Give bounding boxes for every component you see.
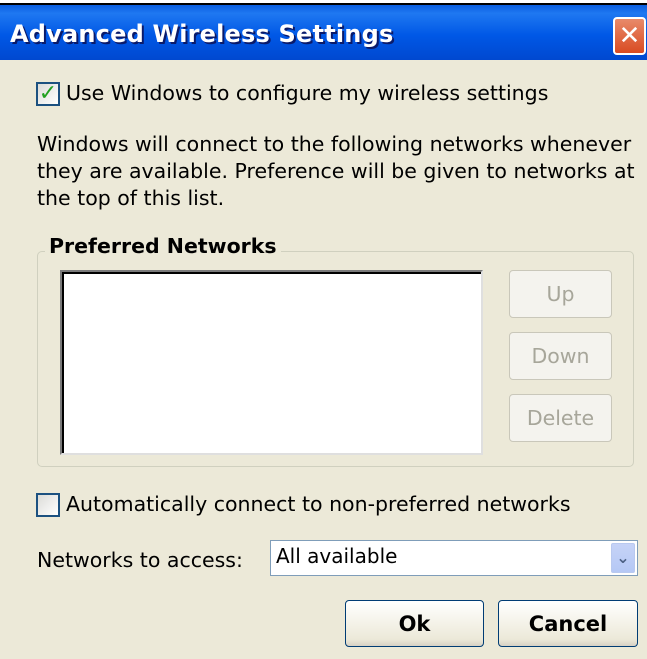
use-windows-checkbox[interactable]: ✓ xyxy=(36,82,60,106)
preferred-networks-list[interactable] xyxy=(60,270,483,455)
networks-to-access-select[interactable]: All available ⌄ xyxy=(270,540,638,576)
chevron-down-icon: ⌄ xyxy=(616,548,630,567)
dropdown-arrow-button[interactable]: ⌄ xyxy=(611,543,635,573)
auto-connect-label: Automatically connect to non-preferred n… xyxy=(66,492,571,516)
preferred-networks-title: Preferred Networks xyxy=(45,234,281,258)
delete-button[interactable]: Delete xyxy=(509,394,612,442)
window-title: Advanced Wireless Settings xyxy=(10,20,394,48)
close-button[interactable]: ✕ xyxy=(613,17,646,55)
auto-connect-checkbox[interactable] xyxy=(36,493,60,517)
networks-to-access-value: All available xyxy=(276,544,398,568)
title-bar[interactable]: Advanced Wireless Settings ✕ xyxy=(0,5,647,60)
ok-button[interactable]: Ok xyxy=(345,600,484,647)
networks-to-access-label: Networks to access: xyxy=(37,548,243,572)
down-button[interactable]: Down xyxy=(509,332,612,380)
up-button[interactable]: Up xyxy=(509,270,612,318)
checkmark-icon: ✓ xyxy=(38,81,58,106)
advanced-wireless-settings-dialog: Advanced Wireless Settings ✕ ✓ Use Windo… xyxy=(0,0,647,659)
description-text: Windows will connect to the following ne… xyxy=(37,132,635,210)
use-windows-label: Use Windows to configure my wireless set… xyxy=(66,81,549,105)
close-icon: ✕ xyxy=(618,21,641,51)
cancel-button[interactable]: Cancel xyxy=(498,600,638,647)
